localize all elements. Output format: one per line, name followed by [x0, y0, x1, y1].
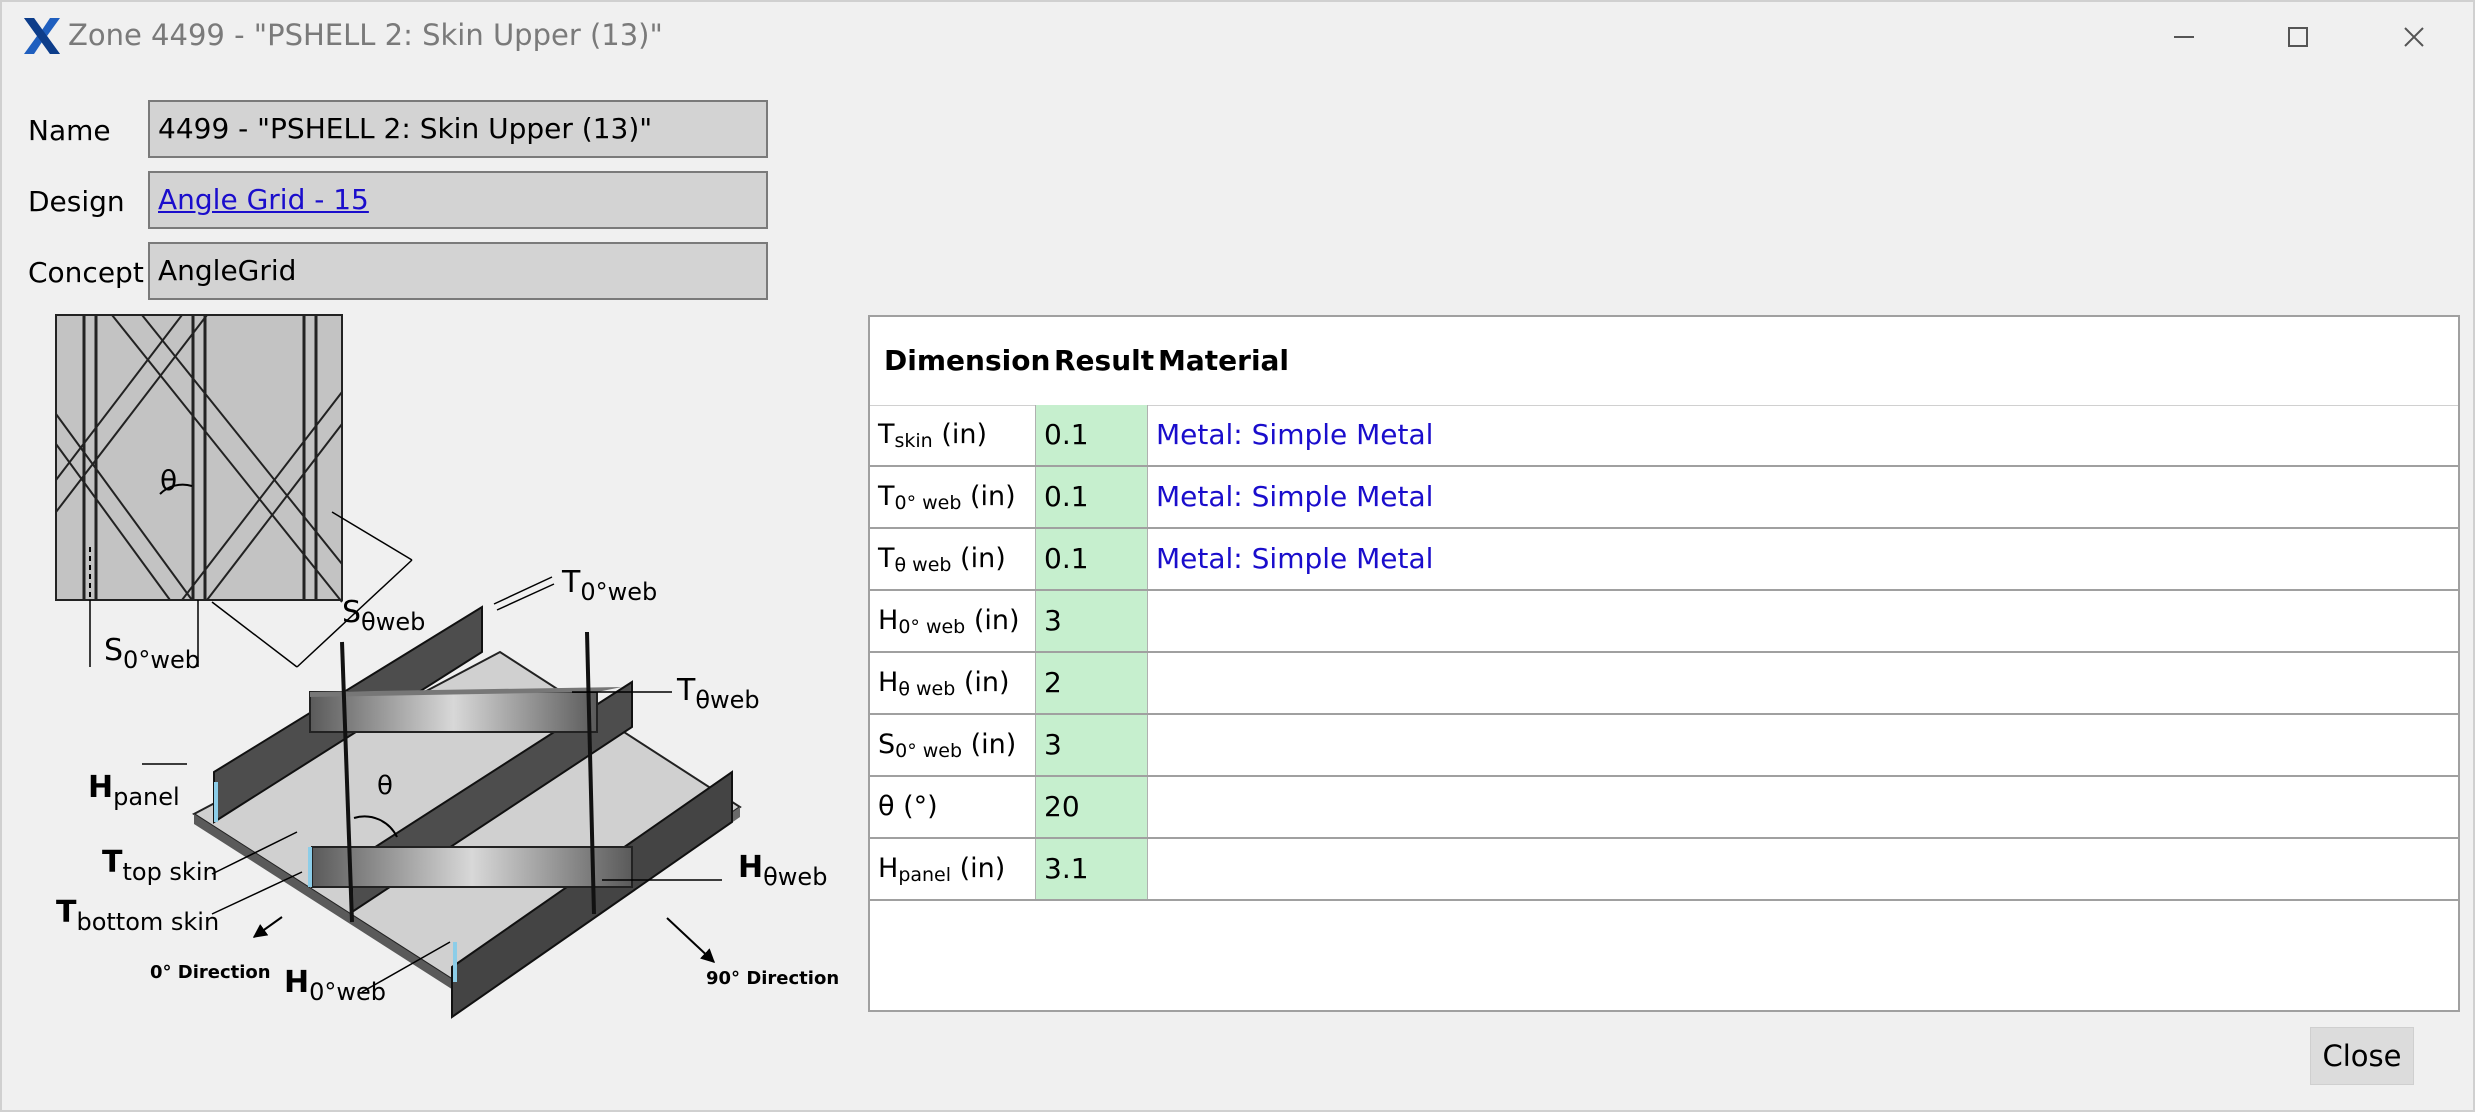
- title-bar[interactable]: Zone 4499 - "PSHELL 2: Skin Upper (13)": [2, 2, 2473, 74]
- result-cell[interactable]: 0.1: [1036, 529, 1148, 589]
- dimension-cell: S0° web (in): [870, 715, 1036, 775]
- result-cell[interactable]: 3.1: [1036, 839, 1148, 899]
- direction-0-label: 0° Direction: [150, 962, 271, 983]
- dimension-cell: Hpanel (in): [870, 839, 1036, 899]
- material-cell[interactable]: [1148, 777, 2460, 837]
- minimize-button[interactable]: [2144, 12, 2224, 62]
- design-link[interactable]: Angle Grid - 15: [158, 183, 369, 216]
- design-label: Design: [28, 185, 125, 218]
- dimensions-table: Dimension Result Material Tskin (in) 0.1 M…: [868, 315, 2460, 1012]
- dimension-cell: θ (°): [870, 777, 1036, 837]
- table-row[interactable]: Hθ web (in) 2: [870, 653, 2460, 715]
- close-window-button[interactable]: [2374, 12, 2454, 62]
- direction-90-label: 90° Direction: [706, 968, 839, 989]
- app-logo-icon: [24, 18, 60, 54]
- name-label: Name: [28, 114, 111, 147]
- table-row[interactable]: T0° web (in) 0.1 Metal: Simple Metal: [870, 467, 2460, 529]
- material-cell[interactable]: [1148, 591, 2460, 651]
- result-cell[interactable]: 0.1: [1036, 467, 1148, 527]
- material-cell[interactable]: Metal: Simple Metal: [1148, 405, 2460, 465]
- result-cell[interactable]: 3: [1036, 591, 1148, 651]
- top-view-panel: θ: [55, 314, 343, 603]
- material-cell[interactable]: Metal: Simple Metal: [1148, 467, 2460, 527]
- isometric-panel: θ: [192, 605, 742, 1019]
- iso-theta-label: θ: [377, 771, 393, 801]
- concept-label: Concept: [28, 256, 144, 289]
- t-bottom-skin-label: Tbottom skin: [56, 895, 219, 936]
- material-cell[interactable]: Metal: Simple Metal: [1148, 529, 2460, 589]
- concept-field[interactable]: AngleGrid: [148, 242, 768, 300]
- close-button[interactable]: Close: [2310, 1027, 2414, 1085]
- result-cell[interactable]: 0.1: [1036, 405, 1148, 465]
- result-cell[interactable]: 20: [1036, 777, 1148, 837]
- result-cell[interactable]: 3: [1036, 715, 1148, 775]
- t-top-skin-label: Ttop skin: [102, 845, 218, 886]
- maximize-icon: [2288, 27, 2308, 47]
- minimize-icon: [2174, 36, 2194, 38]
- h0web-label: H0°web: [284, 965, 386, 1006]
- dimension-cell: Tθ web (in): [870, 529, 1036, 589]
- table-row[interactable]: Hpanel (in) 3.1: [870, 839, 2460, 901]
- table-row[interactable]: Tθ web (in) 0.1 Metal: Simple Metal: [870, 529, 2460, 591]
- table-row[interactable]: S0° web (in) 3: [870, 715, 2460, 777]
- t-theta-web-label: Tθweb: [676, 673, 760, 714]
- dialog-window: Zone 4499 - "PSHELL 2: Skin Upper (13)" …: [0, 0, 2475, 1112]
- angle-grid-diagram: θ θ T0°web Sθweb S0°web Tθweb Hpanel Tto…: [55, 314, 839, 1019]
- dimension-cell: Tskin (in): [870, 405, 1036, 465]
- dimension-cell: T0° web (in): [870, 467, 1036, 527]
- dimension-cell: Hθ web (in): [870, 653, 1036, 713]
- s0web-label: S0°web: [104, 633, 200, 674]
- material-cell[interactable]: [1148, 715, 2460, 775]
- window-title: Zone 4499 - "PSHELL 2: Skin Upper (13)": [68, 18, 663, 52]
- dimension-cell: H0° web (in): [870, 591, 1036, 651]
- table-row[interactable]: Tskin (in) 0.1 Metal: Simple Metal: [870, 405, 2460, 467]
- table-row[interactable]: θ (°) 20: [870, 777, 2460, 839]
- t0web-label: T0°web: [561, 565, 657, 606]
- h-panel-label: Hpanel: [88, 770, 180, 811]
- material-header[interactable]: Material: [1158, 317, 1289, 405]
- material-cell[interactable]: [1148, 653, 2460, 713]
- s-theta-web-label: Sθweb: [342, 595, 425, 636]
- dimension-header[interactable]: Dimension: [884, 317, 1050, 405]
- maximize-button[interactable]: [2258, 12, 2338, 62]
- material-cell[interactable]: [1148, 839, 2460, 899]
- result-header[interactable]: Result: [1054, 317, 1154, 405]
- table-row[interactable]: H0° web (in) 3: [870, 591, 2460, 653]
- result-cell[interactable]: 2: [1036, 653, 1148, 713]
- top-theta-label: θ: [160, 464, 177, 497]
- design-field: Angle Grid - 15: [148, 171, 768, 229]
- close-icon: [2404, 27, 2424, 47]
- name-field[interactable]: 4499 - "PSHELL 2: Skin Upper (13)": [148, 100, 768, 158]
- h-theta-web-label: Hθweb: [738, 850, 827, 891]
